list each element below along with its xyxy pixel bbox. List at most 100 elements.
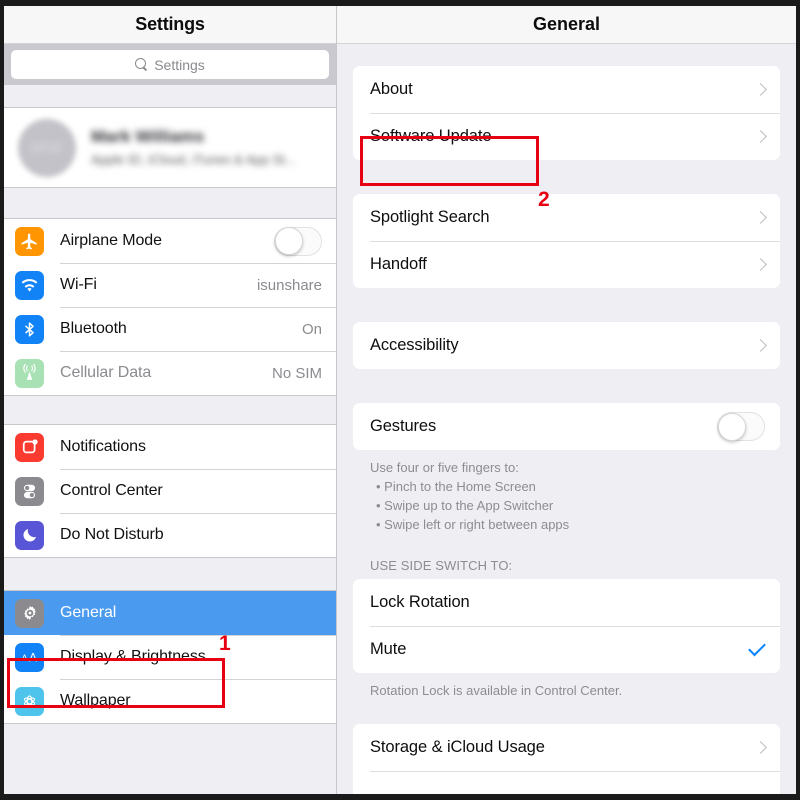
gestures-footer-bullet: • Swipe left or right between apps [376, 517, 570, 532]
detail-item-gestures[interactable]: Gestures [353, 403, 780, 450]
sidebar-title: Settings [135, 14, 205, 34]
bluetooth-icon [15, 314, 44, 344]
wallpaper-icon [15, 686, 44, 716]
spacer [4, 188, 336, 218]
avatar-initials: MW [30, 137, 64, 157]
sidebar-item-label: Airplane Mode [60, 232, 162, 249]
chevron-right-icon [754, 211, 767, 224]
sidebar-group-system: General AA Display & Brightness Wallpape… [4, 590, 336, 724]
side-switch-footer: Rotation Lock is available in Control Ce… [370, 683, 623, 698]
sidebar-item-label: Notifications [60, 438, 146, 455]
sidebar-item-general[interactable]: General [4, 591, 336, 635]
sidebar-item-label: Do Not Disturb [60, 526, 164, 543]
sidebar-group-alerts: Notifications Control Center Do Not Dist… [4, 424, 336, 558]
page-title: General [532, 14, 601, 34]
detail-item-about[interactable]: About [353, 66, 780, 113]
side-switch-section-header: USE SIDE SWITCH TO: [370, 558, 513, 573]
detail-item-label: Spotlight Search [370, 208, 490, 226]
sidebar-item-label: Control Center [60, 482, 163, 499]
sidebar-item-display-brightness[interactable]: AA Display & Brightness [4, 635, 336, 679]
gestures-footer-bullet: • Pinch to the Home Screen [376, 479, 536, 494]
apple-id-row[interactable]: MW Mark Williams Apple ID, iCloud, iTune… [4, 108, 336, 187]
detail-header: General [337, 6, 796, 44]
detail-item-mute[interactable]: Mute [353, 626, 780, 673]
detail-group-storage: Storage & iCloud Usage [353, 724, 780, 794]
spacer [4, 396, 336, 424]
apple-id-group: MW Mark Williams Apple ID, iCloud, iTune… [4, 107, 336, 188]
svg-text:A: A [21, 653, 27, 663]
ipad-settings-screenshot: Settings Settings MW Mark Williams Apple… [0, 0, 800, 800]
gestures-toggle[interactable] [717, 412, 765, 441]
sidebar-group-connectivity: Airplane Mode Wi-Fi isunshare Bluetooth … [4, 218, 336, 396]
spacer [4, 558, 336, 590]
detail-item-storage-icloud-usage[interactable]: Storage & iCloud Usage [353, 724, 780, 771]
moon-icon [15, 520, 44, 550]
detail-item-spotlight-search[interactable]: Spotlight Search [353, 194, 780, 241]
sidebar-item-label: Cellular Data [60, 364, 152, 381]
cellular-data-value: No SIM [271, 364, 322, 382]
gear-icon [15, 598, 44, 628]
detail-item-software-update[interactable]: Software Update [353, 113, 780, 160]
airplane-icon [15, 226, 44, 256]
sidebar-item-control-center[interactable]: Control Center [4, 469, 336, 513]
chevron-right-icon [754, 339, 767, 352]
chevron-right-icon [754, 130, 767, 143]
settings-sidebar: Settings Settings MW Mark Williams Apple… [4, 6, 337, 794]
cellular-icon [15, 358, 44, 388]
sidebar-item-cellular-data[interactable]: Cellular Data No SIM [4, 351, 336, 395]
detail-item-label: Handoff [370, 255, 427, 273]
detail-group-about: About Software Update [353, 66, 780, 160]
svg-text:A: A [29, 651, 37, 665]
detail-item-handoff[interactable]: Handoff [353, 241, 780, 288]
sidebar-item-bluetooth[interactable]: Bluetooth On [4, 307, 336, 351]
detail-item-label: Lock Rotation [370, 593, 470, 611]
detail-group-side-switch: Lock Rotation Mute [353, 579, 780, 673]
toggle-knob [275, 227, 303, 255]
gestures-footer-intro: Use four or five fingers to: [370, 460, 519, 475]
sidebar-item-do-not-disturb[interactable]: Do Not Disturb [4, 513, 336, 557]
sidebar-item-label: General [60, 604, 117, 621]
sidebar-item-label: Display & Brightness [60, 648, 206, 665]
apple-id-subtitle: Apple ID, iCloud, iTunes & App St... [91, 152, 296, 167]
detail-item-label: Software Update [370, 127, 492, 145]
search-input[interactable]: Settings [11, 50, 329, 79]
control-center-icon [15, 476, 44, 506]
detail-group-accessibility: Accessibility [353, 322, 780, 369]
detail-item-label: Storage & iCloud Usage [370, 738, 545, 756]
annotation-number-2: 2 [538, 188, 550, 211]
apple-id-text: Mark Williams Apple ID, iCloud, iTunes &… [91, 126, 336, 169]
detail-item-lock-rotation[interactable]: Lock Rotation [353, 579, 780, 626]
gestures-footer: Use four or five fingers to: • Pinch to … [353, 450, 780, 534]
sidebar-item-notifications[interactable]: Notifications [4, 425, 336, 469]
detail-group-gestures: Gestures [353, 403, 780, 450]
detail-item-label: Mute [370, 640, 407, 658]
detail-item-accessibility[interactable]: Accessibility [353, 322, 780, 369]
bluetooth-value: On [301, 320, 322, 338]
sidebar-list[interactable]: MW Mark Williams Apple ID, iCloud, iTune… [4, 85, 336, 794]
search-bar-container: Settings [4, 44, 336, 85]
checkmark-icon [748, 638, 766, 657]
chevron-right-icon [754, 83, 767, 96]
sidebar-item-wifi[interactable]: Wi-Fi isunshare [4, 263, 336, 307]
airplane-mode-toggle[interactable] [274, 226, 322, 256]
avatar: MW [18, 118, 76, 177]
chevron-right-icon [754, 258, 767, 271]
detail-item-label: Gestures [370, 417, 437, 435]
detail-item-partial[interactable] [353, 771, 780, 794]
sidebar-item-wallpaper[interactable]: Wallpaper [4, 679, 336, 723]
sidebar-header: Settings [4, 6, 336, 44]
display-brightness-icon: AA [15, 642, 44, 672]
detail-list[interactable]: About Software Update Spotlight Search H… [337, 44, 796, 794]
sidebar-item-airplane-mode[interactable]: Airplane Mode [4, 219, 336, 263]
apple-id-name: Mark Williams [91, 127, 205, 146]
sidebar-item-label: Wi-Fi [60, 276, 97, 293]
toggle-knob [718, 412, 746, 441]
spacer [4, 85, 336, 107]
search-placeholder: Settings [154, 56, 205, 73]
